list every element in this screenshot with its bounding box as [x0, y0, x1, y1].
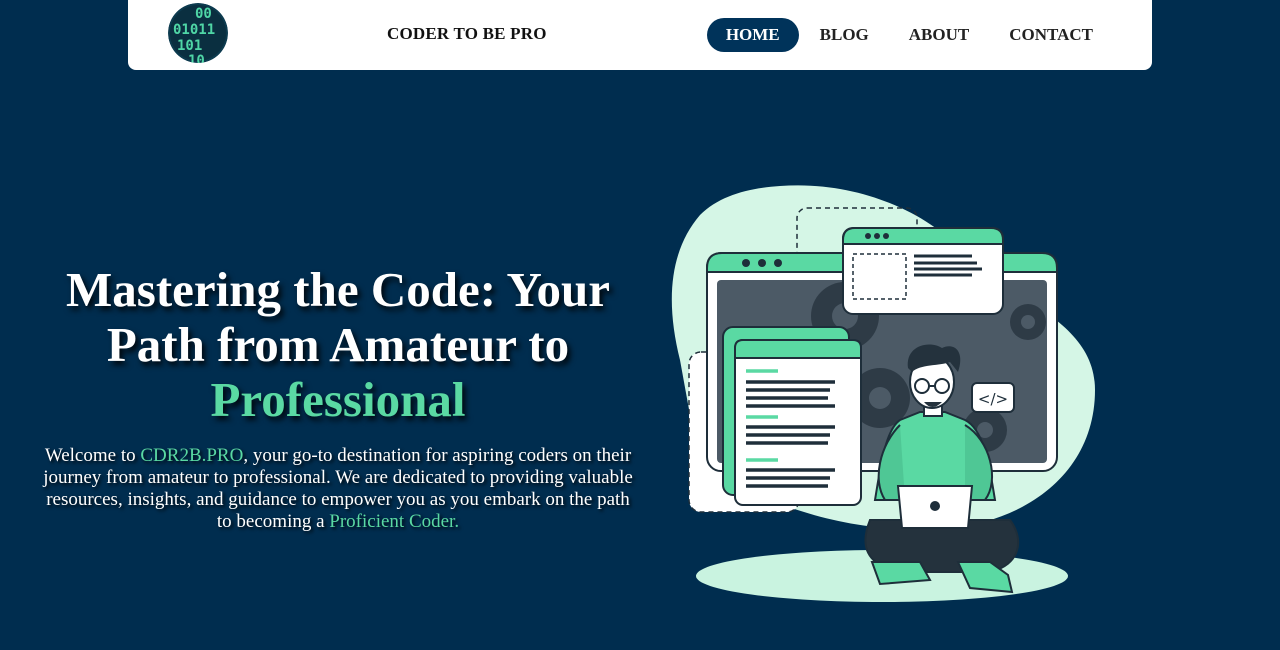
developer-illustration: </>: [660, 180, 1100, 610]
main-nav: HOME BLOG ABOUT CONTACT: [706, 18, 1112, 52]
svg-text:101: 101: [177, 38, 202, 54]
nav-about[interactable]: ABOUT: [890, 18, 988, 52]
headline-accent: Professional: [210, 372, 466, 427]
intro-accent: Proficient Coder.: [329, 511, 460, 532]
svg-text:00: 00: [195, 6, 212, 22]
svg-text:10: 10: [188, 53, 205, 63]
binary-logo-icon[interactable]: 00 01011 101 10: [168, 3, 228, 63]
nav-contact[interactable]: CONTACT: [990, 18, 1112, 52]
hero-intro: Welcome to CDR2B.PRO, your go-to destina…: [38, 445, 638, 533]
nav-blog[interactable]: BLOG: [801, 18, 888, 52]
hero-section: Mastering the Code: Your Path from Amate…: [38, 262, 638, 533]
intro-prefix: Welcome to: [44, 445, 141, 466]
navbar: 00 01011 101 10 CODER TO BE PRO HOME BLO…: [128, 0, 1152, 70]
intro-site-name: CDR2B.PRO: [140, 445, 244, 466]
brand-title[interactable]: CODER TO BE PRO: [387, 24, 547, 44]
hero-headline: Mastering the Code: Your Path from Amate…: [38, 262, 638, 427]
headline-main: Mastering the Code: Your Path from Amate…: [66, 262, 610, 372]
code-tag-icon: </>: [978, 390, 1008, 408]
nav-home[interactable]: HOME: [706, 18, 799, 52]
svg-text:01011: 01011: [173, 22, 215, 38]
